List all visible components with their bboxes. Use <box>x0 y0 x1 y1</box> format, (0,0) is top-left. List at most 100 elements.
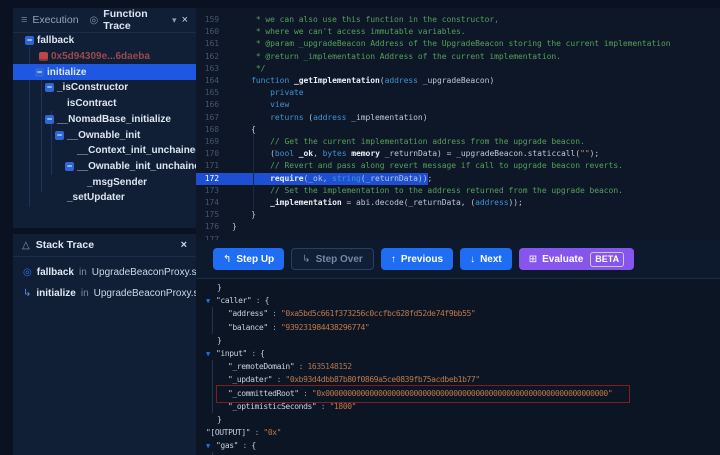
code-line: 159 * we can also use this function in t… <box>196 14 720 26</box>
code-text: _implementation = abi.decode(_returnData… <box>270 198 523 207</box>
collapse-icon[interactable]: − <box>45 83 54 93</box>
line-number[interactable]: 162 <box>196 51 219 63</box>
line-number[interactable]: 168 <box>196 124 219 136</box>
expander-icon[interactable]: ▼ <box>206 348 216 361</box>
code-line: 169 // Get the current implementation ad… <box>196 136 720 148</box>
next-button[interactable]: ↓ Next <box>460 248 512 270</box>
stack-frame-initialize[interactable]: ↳ initialize in UpgradeBeaconProxy.sol:172 <box>13 283 226 304</box>
trace-item-label: _msgSender <box>87 176 148 188</box>
line-number[interactable]: 165 <box>196 87 219 99</box>
calculator-icon: ⊞ <box>528 253 538 265</box>
line-number[interactable]: 163 <box>196 63 219 75</box>
arrow-up-icon: ↑ <box>390 253 396 265</box>
trace-tree-item-initialize[interactable]: − initialize <box>13 64 196 81</box>
trace-item-label: __Ownable_init <box>67 129 141 141</box>
target-icon: ◎ <box>23 267 32 278</box>
menu-icon[interactable]: ≡ <box>21 14 27 26</box>
code-line: 170 (bool _ok, bytes memory _returnData)… <box>196 148 720 160</box>
code-line: 162 * @return _implementation Address of… <box>196 51 720 63</box>
function-trace-header: ≡ Execution ◎ Function Trace ▾ × <box>13 8 196 33</box>
trace-item-label: isContract <box>67 98 117 110</box>
line-number[interactable]: 159 <box>196 14 219 26</box>
trace-tree-item-fallback[interactable]: − fallback <box>13 33 196 49</box>
line-number[interactable]: 171 <box>196 160 219 172</box>
code-text: * @return _implementation Address of the… <box>232 51 561 61</box>
trace-tree-item--nomadbase-initialize[interactable]: − __NomadBase_initialize <box>13 112 196 128</box>
line-number[interactable]: 166 <box>196 99 219 111</box>
step-over-icon: ↳ <box>302 253 311 265</box>
collapse-icon[interactable]: − <box>65 161 74 171</box>
json-field-_optimisticSeconds: "_optimisticSeconds" : "1800" <box>212 399 720 414</box>
code-text: */ <box>232 63 266 73</box>
step-up-button[interactable]: ↰ Step Up <box>213 248 285 270</box>
trace-tree-item--context-init-unchained[interactable]: __Context_init_unchained <box>13 143 201 159</box>
line-number[interactable]: 175 <box>196 209 219 221</box>
line-number[interactable]: 170 <box>196 148 219 160</box>
stack-frame-fallback[interactable]: ◎ fallback in UpgradeBeaconProxy.sol:65 <box>13 262 218 283</box>
previous-button[interactable]: ↑ Previous <box>380 248 454 270</box>
json-field-address: "address" : "0xa5bd5c661f373256c0ccfbc62… <box>212 307 720 321</box>
expander-icon[interactable]: ▼ <box>206 295 216 308</box>
trace-item-label: initialize <box>47 66 87 78</box>
collapse-icon[interactable]: − <box>45 114 54 124</box>
collapse-icon[interactable]: − <box>55 130 64 140</box>
code-text: { <box>232 124 256 134</box>
collapse-icon[interactable]: − <box>25 36 34 46</box>
stack-trace-panel: △ Stack Trace × ◎ fallback in UpgradeBeacon… <box>13 234 226 455</box>
frame-connector: in <box>80 288 89 299</box>
collapse-icon[interactable]: − <box>35 67 44 77</box>
warning-icon: △ <box>22 239 30 251</box>
trace-item-label: __Ownable_init_unchained <box>77 160 206 172</box>
code-line: 171 // Revert and pass along revert mess… <box>196 160 720 172</box>
line-number[interactable]: 174 <box>196 197 219 209</box>
line-number[interactable]: 161 <box>196 38 219 50</box>
code-text: * where we can't access immutable variab… <box>232 27 466 37</box>
trace-tree-item--msgsender[interactable]: _msgSender <box>13 174 196 190</box>
trace-tree-item--setupdater[interactable]: _setUpdater <box>13 190 196 206</box>
code-text: private <box>270 88 304 98</box>
code-text: require(_ok, string(_returnData)); <box>270 173 433 183</box>
debugger-app: ≡ Execution ◎ Function Trace ▾ × − fallba… <box>0 0 720 455</box>
code-text: (bool _ok, bytes memory _returnData) = _… <box>232 149 600 159</box>
trace-item-label: _setUpdater <box>67 192 125 204</box>
trace-tree-item-iscontract[interactable]: isContract <box>13 96 196 112</box>
button-label: Evaluate <box>542 253 584 265</box>
frame-function: initialize <box>36 288 76 299</box>
code-line: 165 private <box>196 87 720 99</box>
trace-tree-item--ownable-init[interactable]: − __Ownable_init <box>13 127 196 143</box>
debug-toolbar: ↰ Step Up ↳ Step Over ↑ Previous ↓ Next ⊞ Evaluat… <box>196 240 720 278</box>
line-number[interactable]: 167 <box>196 112 219 124</box>
evaluate-button[interactable]: ⊞ Evaluate BETA <box>518 248 635 270</box>
code-line: 168 { <box>196 124 720 136</box>
frame-connector: in <box>78 267 87 278</box>
code-line: 164 function _getImplementation(address … <box>196 75 720 87</box>
trace-tree-item--ownable-init-unchained[interactable]: − __Ownable_init_unchained <box>13 159 206 175</box>
code-text: returns (address _implementation) <box>270 112 428 122</box>
line-number[interactable]: 172 <box>196 173 219 185</box>
line-number[interactable]: 169 <box>196 136 219 148</box>
line-number[interactable]: 173 <box>196 185 219 197</box>
line-number[interactable]: 176 <box>196 221 219 233</box>
tab-execution[interactable]: Execution <box>32 14 78 26</box>
trace-item-label: fallback <box>37 35 75 47</box>
trace-item-label: __Context_init_unchained <box>77 145 202 157</box>
close-icon[interactable]: × <box>181 239 187 251</box>
code-line: 173 // Set the implementation to the add… <box>196 185 720 197</box>
step-over-button[interactable]: ↳ Step Over <box>291 248 374 270</box>
line-number[interactable]: 164 <box>196 75 219 87</box>
json-field-_updater: "_updater" : "0xb93d4dbb87b80f0869a5ce08… <box>212 373 720 387</box>
json-object-caller: ▼ "caller" : { <box>206 294 720 307</box>
enter-icon: ↳ <box>23 288 32 299</box>
expander-icon[interactable]: ▼ <box>206 440 216 453</box>
json-close-brace: } <box>217 335 222 345</box>
trace-item-label: __NomadBase_initialize <box>57 113 171 125</box>
trace-tree-item-0x5d94309e-6daeba[interactable]: 0x5d94309e...6daeba <box>13 49 196 65</box>
chevron-down-icon[interactable]: ▾ <box>172 15 177 26</box>
trace-tree-item--isconstructor[interactable]: − _isConstructor <box>13 80 196 96</box>
code-text: // Get the current implementation addres… <box>270 137 585 146</box>
tab-function-trace[interactable]: Function Trace <box>103 8 167 32</box>
state-inspector: } ▼ "caller" : {"address" : "0xa5bd5c661f3… <box>196 278 720 455</box>
line-number[interactable]: 160 <box>196 26 219 38</box>
close-icon[interactable]: × <box>182 14 188 26</box>
json-object-gas: ▼ "gas" : { <box>206 439 720 452</box>
